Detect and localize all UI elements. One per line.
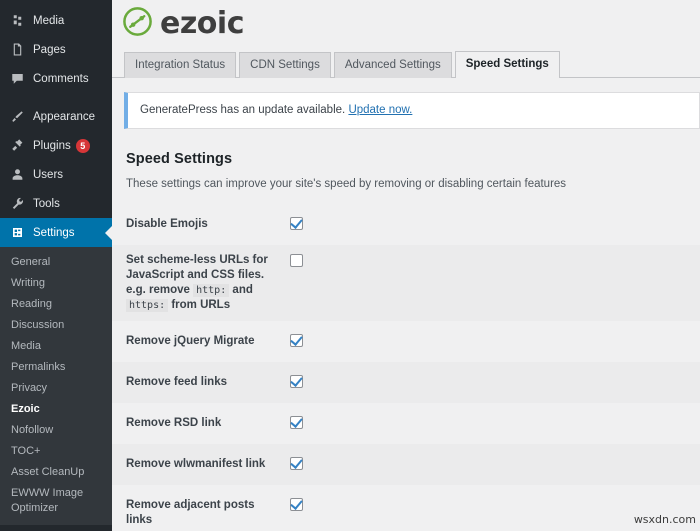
settings-tab-bar: Integration Status CDN Settings Advanced S… [112, 46, 700, 78]
page-title: Speed Settings [126, 151, 233, 167]
sidebar-divider [0, 525, 112, 531]
sidebar-item-comments[interactable]: Comments [0, 64, 112, 93]
setting-row: Remove jQuery Migrate [112, 321, 700, 362]
section-header: Speed Settings These settings can improv… [112, 129, 700, 190]
tab-speed-settings[interactable]: Speed Settings [454, 51, 560, 78]
sidebar-submenu-settings: General Writing Reading Discussion Media Perm… [0, 247, 112, 525]
sidebar-item-label: Comments [33, 72, 89, 85]
label-text: and [229, 284, 253, 296]
setting-label: Set scheme-less URLs for JavaScript and … [126, 245, 276, 321]
ezoic-brand-header: ezoic [112, 0, 700, 46]
admin-sidebar: Media Pages Comments Appearance Plugins 5 User… [0, 0, 112, 531]
tools-wrench-icon [9, 195, 26, 212]
setting-row: Remove adjacent posts links [112, 485, 700, 528]
setting-control [276, 204, 303, 235]
setting-label: Disable Emojis [126, 218, 208, 230]
setting-label: Remove RSD link [126, 417, 222, 429]
submenu-item-ewww-image-optimizer[interactable]: EWWW Image Optimizer [0, 483, 112, 519]
submenu-item-writing[interactable]: Writing [0, 273, 112, 294]
comments-icon [9, 70, 26, 87]
tab-cdn-settings[interactable]: CDN Settings [239, 52, 331, 78]
submenu-item-privacy[interactable]: Privacy [0, 378, 112, 399]
submenu-item-reading[interactable]: Reading [0, 294, 112, 315]
code-token: https: [126, 299, 169, 312]
submenu-item-permalinks[interactable]: Permalinks [0, 357, 112, 378]
sidebar-item-label: Settings [33, 226, 75, 239]
speed-settings-list: Disable Emojis Set scheme-less URLs for J… [112, 204, 700, 528]
setting-row: Set scheme-less URLs for JavaScript and … [112, 245, 700, 321]
submenu-item-media[interactable]: Media [0, 336, 112, 357]
code-token: http: [193, 284, 230, 297]
media-icon [9, 12, 26, 29]
tab-integration-status[interactable]: Integration Status [124, 52, 237, 78]
plugins-plug-icon [9, 137, 26, 154]
submenu-item-nofollow[interactable]: Nofollow [0, 420, 112, 441]
notice-text: GeneratePress has an update available. [140, 104, 346, 116]
sidebar-item-label: Appearance [33, 110, 96, 123]
sidebar-item-badge: 5 [75, 138, 90, 153]
setting-label: Remove jQuery Migrate [126, 335, 255, 347]
sidebar-item-label: Media [33, 14, 65, 27]
setting-row: Remove wlwmanifest link [112, 444, 700, 485]
sidebar-item-settings[interactable]: Settings [0, 218, 112, 247]
update-notice: GeneratePress has an update available. U… [124, 92, 700, 129]
page-description: These settings can improve your site's s… [126, 178, 567, 190]
sidebar-item-label: Tools [33, 197, 60, 210]
main-content: ezoic Integration Status CDN Settings Adva… [112, 0, 700, 531]
setting-checkbox[interactable] [290, 217, 303, 230]
submenu-item-ezoic[interactable]: Ezoic [0, 399, 112, 420]
wordpress-admin-screen: Media Pages Comments Appearance Plugins 5 User… [0, 0, 700, 531]
submenu-item-toc[interactable]: TOC+ [0, 441, 112, 462]
settings-gear-icon [9, 224, 26, 241]
setting-checkbox[interactable] [290, 254, 303, 267]
tab-advanced-settings[interactable]: Advanced Settings [333, 52, 452, 78]
submenu-item-asset-cleanup[interactable]: Asset CleanUp [0, 462, 112, 483]
sidebar-item-users[interactable]: Users [0, 160, 112, 189]
appearance-brush-icon [9, 108, 26, 125]
sidebar-item-label: Plugins [33, 139, 71, 152]
users-icon [9, 166, 26, 183]
ezoic-circle-logo [122, 6, 153, 42]
active-item-arrow [105, 224, 112, 241]
sidebar-item-media[interactable]: Media [0, 6, 112, 35]
watermark: wsxdn.com [633, 513, 696, 526]
setting-checkbox[interactable] [290, 334, 303, 347]
sidebar-item-tools[interactable]: Tools [0, 189, 112, 218]
setting-label: Remove feed links [126, 376, 227, 388]
setting-control [276, 485, 303, 516]
setting-checkbox[interactable] [290, 498, 303, 511]
submenu-item-discussion[interactable]: Discussion [0, 315, 112, 336]
sidebar-item-label: Users [33, 168, 64, 181]
setting-row: Remove RSD link [112, 403, 700, 444]
setting-label: Remove wlwmanifest link [126, 458, 266, 470]
brand-name: ezoic [160, 6, 244, 41]
sidebar-divider [0, 93, 112, 102]
setting-control [276, 403, 303, 434]
setting-control [276, 444, 303, 475]
setting-row: Disable Emojis [112, 204, 700, 245]
submenu-item-general[interactable]: General [0, 252, 112, 273]
setting-row: Remove feed links [112, 362, 700, 403]
sidebar-item-appearance[interactable]: Appearance [0, 102, 112, 131]
sidebar-menu: Media Pages Comments Appearance Plugins 5 User… [0, 6, 112, 247]
setting-label: Remove adjacent posts links [126, 499, 255, 526]
setting-checkbox[interactable] [290, 457, 303, 470]
sidebar-item-label: Pages [33, 43, 66, 56]
update-now-link[interactable]: Update now. [348, 104, 412, 116]
setting-control [276, 245, 303, 272]
label-text: from URLs [168, 299, 231, 311]
setting-control [276, 362, 303, 393]
pages-icon [9, 41, 26, 58]
sidebar-item-plugins[interactable]: Plugins 5 [0, 131, 112, 160]
setting-checkbox[interactable] [290, 416, 303, 429]
sidebar-item-pages[interactable]: Pages [0, 35, 112, 64]
setting-checkbox[interactable] [290, 375, 303, 388]
setting-control [276, 321, 303, 352]
